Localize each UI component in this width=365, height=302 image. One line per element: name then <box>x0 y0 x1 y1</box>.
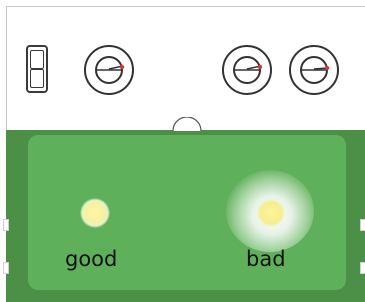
bad-indicator-light <box>257 199 285 227</box>
hinge-icon <box>172 117 202 132</box>
side-connector-right-bottom <box>360 262 365 274</box>
side-connector-right-top <box>360 219 365 231</box>
good-indicator-light <box>80 198 110 228</box>
rotary-knob-1[interactable] <box>83 44 135 96</box>
bad-label: bad <box>246 247 286 271</box>
side-connector-left-top <box>3 219 9 231</box>
rotary-knob-3[interactable] <box>288 44 340 96</box>
toggle-switch[interactable] <box>26 45 48 93</box>
rotary-knob-2[interactable] <box>221 44 273 96</box>
good-label: good <box>65 247 118 271</box>
toggle-switch-lower <box>30 69 44 88</box>
simulator-frame: good bad <box>0 0 365 302</box>
side-connector-left-bottom <box>3 262 9 274</box>
toggle-switch-upper <box>30 50 44 69</box>
